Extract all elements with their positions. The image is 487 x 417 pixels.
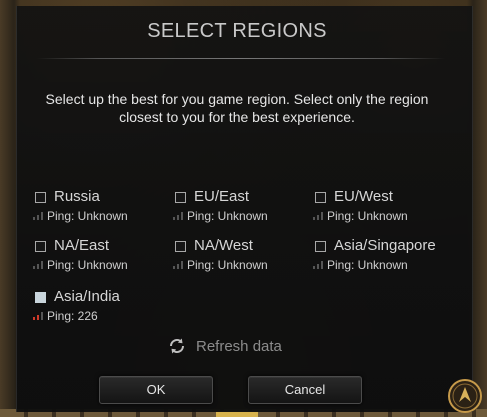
signal-strength-icon bbox=[33, 312, 45, 320]
checkbox-icon[interactable] bbox=[315, 241, 326, 252]
signal-strength-icon bbox=[173, 212, 185, 220]
refresh-icon bbox=[169, 338, 185, 354]
region-name: NA/East bbox=[54, 237, 110, 254]
checkbox-icon[interactable] bbox=[35, 241, 46, 252]
ping-status: Ping: Unknown bbox=[327, 209, 408, 223]
signal-strength-icon bbox=[313, 212, 325, 220]
title-divider bbox=[37, 58, 445, 59]
dialog-title: SELECT REGIONS bbox=[147, 20, 327, 42]
region-option-na-east[interactable]: NA/East Ping: Unknown bbox=[33, 237, 175, 279]
refresh-label: Refresh data bbox=[196, 337, 282, 355]
ok-button[interactable]: OK bbox=[99, 376, 213, 404]
region-name: Asia/Singapore bbox=[334, 237, 436, 254]
signal-strength-icon bbox=[33, 261, 45, 269]
region-name: NA/West bbox=[194, 237, 253, 254]
region-option-na-west[interactable]: NA/West Ping: Unknown bbox=[173, 237, 315, 279]
region-option-russia[interactable]: Russia Ping: Unknown bbox=[33, 188, 175, 230]
checkbox-icon[interactable] bbox=[175, 192, 186, 203]
region-name: Asia/India bbox=[54, 288, 120, 305]
game-emblem-icon bbox=[448, 379, 482, 413]
ping-status: Ping: Unknown bbox=[187, 209, 268, 223]
checkbox-icon[interactable] bbox=[35, 192, 46, 203]
ping-status: Ping: Unknown bbox=[327, 258, 408, 272]
checkbox-icon[interactable] bbox=[315, 192, 326, 203]
region-option-asia-singapore[interactable]: Asia/Singapore Ping: Unknown bbox=[313, 237, 455, 279]
checkbox-icon[interactable] bbox=[35, 292, 46, 303]
region-name: EU/West bbox=[334, 188, 393, 205]
region-name: Russia bbox=[54, 188, 100, 205]
checkbox-icon[interactable] bbox=[175, 241, 186, 252]
signal-strength-icon bbox=[173, 261, 185, 269]
ping-status: Ping: Unknown bbox=[187, 258, 268, 272]
region-option-asia-india[interactable]: Asia/India Ping: 226 bbox=[33, 288, 175, 330]
region-option-eu-east[interactable]: EU/East Ping: Unknown bbox=[173, 188, 315, 230]
refresh-data-button[interactable]: Refresh data bbox=[167, 335, 282, 357]
ping-status: Ping: Unknown bbox=[47, 209, 128, 223]
signal-strength-icon bbox=[313, 261, 325, 269]
ping-status: Ping: 226 bbox=[47, 309, 98, 323]
region-option-eu-west[interactable]: EU/West Ping: Unknown bbox=[313, 188, 455, 230]
ping-status: Ping: Unknown bbox=[47, 258, 128, 272]
cancel-button[interactable]: Cancel bbox=[248, 376, 362, 404]
signal-strength-icon bbox=[33, 212, 45, 220]
dialog-description: Select up the best for you game region. … bbox=[45, 91, 429, 125]
select-regions-dialog: SELECT REGIONS Select up the best for yo… bbox=[16, 6, 473, 412]
region-name: EU/East bbox=[194, 188, 250, 205]
